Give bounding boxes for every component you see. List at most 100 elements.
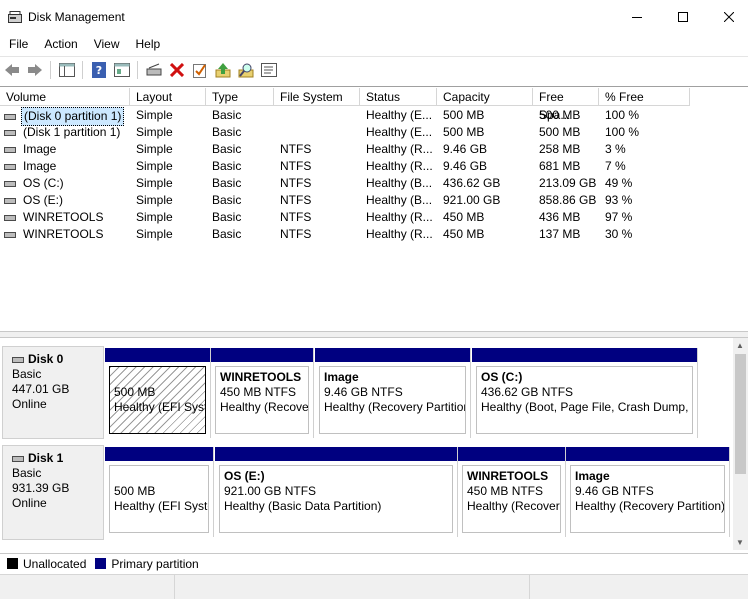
column-header-layout[interactable]: Layout [130, 88, 206, 106]
help-button[interactable]: ? [88, 59, 110, 81]
column-header-volume[interactable]: Volume [0, 88, 130, 106]
connect-virtual-disk-button[interactable] [143, 59, 165, 81]
volume-name: (Disk 1 partition 1) [23, 125, 121, 139]
console-tree-icon [59, 62, 75, 77]
table-row[interactable]: Image Simple Basic NTFS Healthy (R... 9.… [0, 158, 690, 175]
partition-status: Healthy (Recover [467, 499, 560, 513]
column-header-capacity[interactable]: Capacity [437, 88, 533, 106]
column-header-file-system[interactable]: File System [274, 88, 360, 106]
status-cell: Healthy (R... [366, 142, 433, 156]
partition-body: OS (E:) 921.00 GB NTFS Healthy (Basic Da… [219, 465, 453, 533]
disk-type: Basic [12, 466, 42, 480]
partition-disk1-os-e[interactable]: OS (E:) 921.00 GB NTFS Healthy (Basic Da… [215, 447, 458, 537]
partition-disk1-winretools[interactable]: WINRETOOLS 450 MB NTFS Healthy (Recover [458, 447, 566, 537]
table-row[interactable]: OS (C:) Simple Basic NTFS Healthy (B... … [0, 175, 690, 192]
status-cell: Healthy (R... [366, 227, 433, 241]
maximize-button[interactable] [660, 0, 706, 34]
status-cell: Healthy (B... [366, 193, 433, 207]
column-header-type[interactable]: Type [206, 88, 274, 106]
menu-view[interactable]: View [86, 37, 128, 51]
type-cell: Basic [212, 159, 242, 173]
status-cell: Healthy (B... [366, 176, 433, 190]
menu-file[interactable]: File [0, 37, 36, 51]
forward-button[interactable] [24, 59, 46, 81]
volume-name: WINRETOOLS [23, 210, 104, 224]
partition-disk1-image[interactable]: Image 9.46 GB NTFS Healthy (Recovery Par… [566, 447, 730, 537]
partition-name [114, 469, 208, 484]
show-hide-console-tree-button[interactable] [56, 59, 78, 81]
partition-size: 436.62 GB NTFS [481, 385, 574, 399]
legend-label-unallocated: Unallocated [23, 556, 87, 571]
capacity-cell: 500 MB [443, 108, 485, 122]
scroll-thumb[interactable] [735, 354, 746, 474]
primary-partition-bar [472, 348, 697, 362]
minimize-button[interactable] [614, 0, 660, 34]
type-cell: Basic [212, 125, 242, 139]
volume-name: Image [23, 142, 57, 156]
graph-vertical-scrollbar[interactable]: ▲ ▼ [733, 338, 748, 550]
find-button[interactable] [235, 59, 257, 81]
partition-disk0-image[interactable]: Image 9.46 GB NTFS Healthy (Recovery Par… [315, 348, 471, 438]
partition-size: 500 MB [114, 385, 156, 399]
volume-icon [4, 180, 16, 187]
type-cell: Basic [212, 176, 242, 190]
table-row[interactable]: (Disk 0 partition 1) Simple Basic Health… [0, 107, 690, 126]
svg-text:?: ? [96, 64, 102, 77]
disk-size: 447.01 GB [12, 382, 70, 396]
disk-graphical-view[interactable]: Disk 0 Basic 447.01 GB Online 500 MB Hea… [0, 338, 748, 550]
primary-partition-bar [105, 348, 210, 362]
status-pane [0, 575, 175, 599]
menu-bar: File Action View Help [0, 34, 748, 54]
table-row[interactable]: OS (E:) Simple Basic NTFS Healthy (B... … [0, 192, 690, 209]
volume-icon [4, 146, 16, 153]
partition-disk0-winretools[interactable]: WINRETOOLS 450 MB NTFS Healthy (Recover [211, 348, 314, 438]
properties-button[interactable] [111, 59, 133, 81]
volume-icon [4, 214, 16, 221]
partition-disk0-os-c[interactable]: OS (C:) 436.62 GB NTFS Healthy (Boot, Pa… [472, 348, 698, 438]
partition-name [114, 370, 205, 385]
menu-action[interactable]: Action [36, 37, 85, 51]
partition-status: Healthy (Recovery Partition) [575, 499, 725, 513]
back-button[interactable] [1, 59, 23, 81]
menu-help[interactable]: Help [128, 37, 169, 51]
table-row[interactable]: (Disk 1 partition 1) Simple Basic Health… [0, 124, 690, 141]
column-header-status[interactable]: Status [360, 88, 437, 106]
partition-status: Healthy (Basic Data Partition) [224, 499, 382, 513]
status-cell: Healthy (R... [366, 159, 433, 173]
percent-free-cell: 97 % [605, 210, 633, 224]
file-system-cell: NTFS [280, 176, 312, 190]
volume-list[interactable]: Volume Layout Type File System Status Ca… [0, 86, 748, 331]
table-row[interactable]: Image Simple Basic NTFS Healthy (R... 9.… [0, 141, 690, 158]
toolbar: ? [0, 56, 748, 82]
partition-body: Image 9.46 GB NTFS Healthy (Recovery Par… [319, 366, 466, 434]
table-row[interactable]: WINRETOOLS Simple Basic NTFS Healthy (R.… [0, 209, 690, 226]
disk-0-label[interactable]: Disk 0 Basic 447.01 GB Online [2, 346, 104, 439]
percent-free-cell: 100 % [605, 108, 640, 122]
disk-size: 931.39 GB [12, 481, 70, 495]
pane-splitter[interactable] [0, 331, 748, 338]
disk-name: Disk 1 [28, 451, 64, 465]
partition-status: Healthy (EFI Syste [114, 499, 209, 513]
percent-free-cell: 49 % [605, 176, 633, 190]
percent-free-cell: 3 % [605, 142, 626, 156]
settings-button[interactable] [258, 59, 280, 81]
primary-partition-bar [315, 348, 470, 362]
scroll-down-icon[interactable]: ▼ [736, 538, 744, 547]
type-cell: Basic [212, 142, 242, 156]
column-header-percent-free[interactable]: % Free [599, 88, 690, 106]
table-row[interactable]: WINRETOOLS Simple Basic NTFS Healthy (R.… [0, 226, 690, 243]
partition-disk1-efi[interactable]: 500 MB Healthy (EFI Syste [105, 447, 214, 537]
delete-button[interactable] [166, 59, 188, 81]
disk-1-label[interactable]: Disk 1 Basic 931.39 GB Online [2, 445, 104, 540]
disk-icon [12, 356, 24, 363]
capacity-cell: 436.62 GB [443, 176, 501, 190]
status-pane [530, 575, 748, 599]
check-button[interactable] [189, 59, 211, 81]
partition-disk0-efi[interactable]: 500 MB Healthy (EFI Syste [105, 348, 211, 438]
partition-status: Healthy (Recover [220, 400, 309, 414]
free-space-cell: 858.86 GB [539, 193, 597, 207]
close-button[interactable] [706, 0, 748, 34]
scroll-up-icon[interactable]: ▲ [736, 341, 744, 350]
column-header-free-space[interactable]: Free Spa... [533, 88, 599, 122]
up-button[interactable] [212, 59, 234, 81]
